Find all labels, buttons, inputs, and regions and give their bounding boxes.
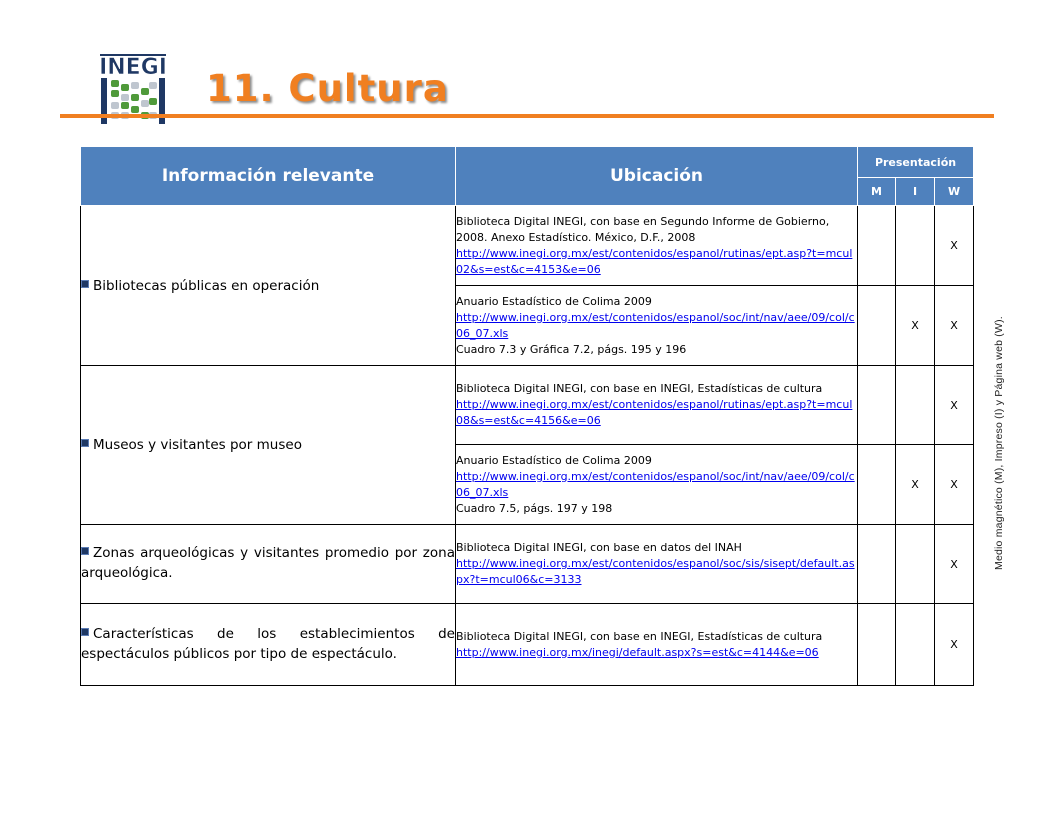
source-link[interactable]: http://www.inegi.org.mx/est/contenidos/e… [456,247,852,276]
header-informacion: Información relevante [80,146,456,206]
bullet-icon [81,547,89,556]
mark-w: X [933,524,975,604]
mark-w: X [933,205,975,286]
mark-w: X [933,603,975,686]
mark-m [857,603,896,686]
table-row: Zonas arqueológicas y visitantes promedi… [80,524,975,604]
location-cell: Biblioteca Digital INEGI, con base en IN… [455,603,858,686]
mark-m [857,444,896,525]
mark-i [895,524,935,604]
header-divider [60,114,994,118]
location-cell: Anuario Estadístico de Colima 2009 http:… [455,444,858,525]
source-link[interactable]: http://www.inegi.org.mx/inegi/default.as… [456,646,819,659]
location-cell: Anuario Estadístico de Colima 2009 http:… [455,285,858,366]
mark-m [857,205,896,286]
svg-text:INEGI: INEGI [99,55,167,80]
mark-i [895,365,935,445]
header-m: M [857,177,896,206]
source-link[interactable]: http://www.inegi.org.mx/est/contenidos/e… [456,398,852,427]
mark-i [895,205,935,286]
topic-museos: Museos y visitantes por museo [80,365,456,525]
mark-w: X [933,285,975,366]
mark-w: X [933,444,975,525]
cultura-table: Información relevante Ubicación Presenta… [80,146,975,686]
header-i: I [895,177,935,206]
location-cell: Biblioteca Digital INEGI, con base en da… [455,524,858,604]
bullet-icon [81,279,89,288]
mark-i: X [895,285,935,366]
table-row: Museos y visitantes por museo Biblioteca… [80,365,975,525]
mark-m [857,365,896,445]
mark-m [857,285,896,366]
mark-m [857,524,896,604]
location-cell: Biblioteca Digital INEGI, con base en Se… [455,205,858,286]
bullet-icon [81,627,89,636]
topic-bibliotecas: Bibliotecas públicas en operación [80,205,456,366]
source-link[interactable]: http://www.inegi.org.mx/est/contenidos/e… [456,470,855,499]
topic-zonas-arqueologicas: Zonas arqueológicas y visitantes promedi… [80,524,456,604]
table-row: Características de los establecimientos … [80,603,975,686]
source-link[interactable]: http://www.inegi.org.mx/est/contenidos/e… [456,557,855,586]
table-row: Bibliotecas públicas en operación Biblio… [80,205,975,366]
mark-w: X [933,365,975,445]
presentation-legend: Medio magnético (M), Impreso (I) y Págin… [993,316,1005,570]
mark-i [895,603,935,686]
header-w: W [933,177,975,206]
header-presentacion: Presentación [856,146,975,178]
topic-espectaculos: Características de los establecimientos … [80,603,456,686]
source-link[interactable]: http://www.inegi.org.mx/est/contenidos/e… [456,311,855,340]
bullet-icon [81,439,89,447]
page-title: 11. Cultura [206,67,449,110]
header-ubicacion: Ubicación [455,146,858,206]
location-cell: Biblioteca Digital INEGI, con base en IN… [455,365,858,445]
mark-i: X [895,444,935,525]
